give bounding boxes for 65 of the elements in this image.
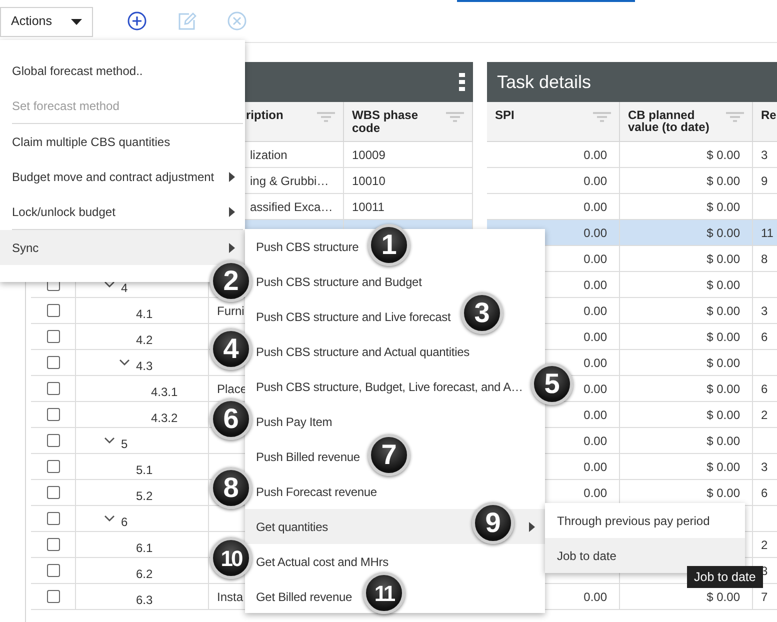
table-cell-text: 10010 [352,172,386,190]
table-cell-text: lization [250,146,288,164]
table-cell-text: $ 0.00 [706,198,740,216]
table-cell-text: 4.1 [136,306,153,322]
table-cell-text: 10009 [352,146,386,164]
table-cell-text: 5 [121,436,128,452]
table-cell-text: $ 0.00 [706,224,740,242]
table-cell-text: 0.00 [584,146,607,164]
table-cell-text: 3 [761,458,768,476]
table-cell-text: 4.2 [136,332,153,348]
table-cell-text: 5.1 [136,462,153,478]
table-cell-text: $ 0.00 [706,588,740,606]
table-cell-text: ing & Grubbi… [250,172,329,190]
table-cell-text: 6 [761,328,768,346]
table-cell-text: 5.2 [136,488,153,504]
table-cell-text: $ 0.00 [706,484,740,502]
table-cell-text: 0.00 [584,250,607,268]
table-cell-text: 0.00 [584,458,607,476]
table-cell-text: $ 0.00 [706,432,740,450]
table-cell-text: 0.00 [584,588,607,606]
table-cell-text: 0.00 [584,302,607,320]
table-cell-text: $ 0.00 [706,406,740,424]
table-cell-text: 10011 [352,198,384,216]
panel-title: Task details [497,70,592,94]
table-cell-text: 4.3.2 [151,410,178,426]
table-cell-text: 4.3.1 [151,384,178,400]
table-cell-text: Furni [217,302,244,320]
table-cell-text: 0.00 [584,328,607,346]
table-cell-text: assified Exca… [250,198,333,216]
table-cell-text: $ 0.00 [706,380,740,398]
table-cell-text: 9 [761,172,768,190]
table-cell-text: 6.3 [136,592,153,608]
table-cell-text: 2 [761,406,768,424]
table-cell-text: 0.00 [584,380,607,398]
table-cell-text: 6 [761,484,768,502]
table-cell-text: 6.2 [136,566,153,582]
table-cell-text: $ 0.00 [706,328,740,346]
table-cell-text: 0.00 [584,432,607,450]
table-cell-text: $ 0.00 [706,458,740,476]
table-cell-text: $ 0.00 [706,146,740,164]
table-cell-text: 4.3 [136,358,153,374]
table-cell-text: 3 [761,302,768,320]
table-cell-text: 3 [761,146,768,164]
table-cell-text: 2 [761,536,768,554]
table-cell-text: 8 [761,250,768,268]
tooltip: Job to date [687,566,763,588]
table-cell-text: 6 [761,380,768,398]
table-cell-text: 0.00 [584,406,607,424]
table-cell-text: 0.00 [584,198,607,216]
table-cell-text: 0.00 [584,224,607,242]
table-cell-text: $ 0.00 [706,354,740,372]
table-cell-text: $ 0.00 [706,250,740,268]
table-cell-text: 4 [121,280,128,296]
table-cell-text: 6.1 [136,540,153,556]
table-cell-text: Insta [217,588,244,606]
table-cell-text: 0.00 [584,172,607,190]
table-cell-text: 11 [761,224,774,242]
table-cell-text: $ 0.00 [706,172,740,190]
table-cell-text: 0.00 [584,276,607,294]
table-cell-text: $ 0.00 [706,302,740,320]
table-cell-text: 0.00 [584,354,607,372]
table-cell-text: 0.00 [584,484,607,502]
table-cell-text: $ 0.00 [706,276,740,294]
table-cell-text: 6 [121,514,128,530]
table-cell-text: 7 [761,588,768,606]
